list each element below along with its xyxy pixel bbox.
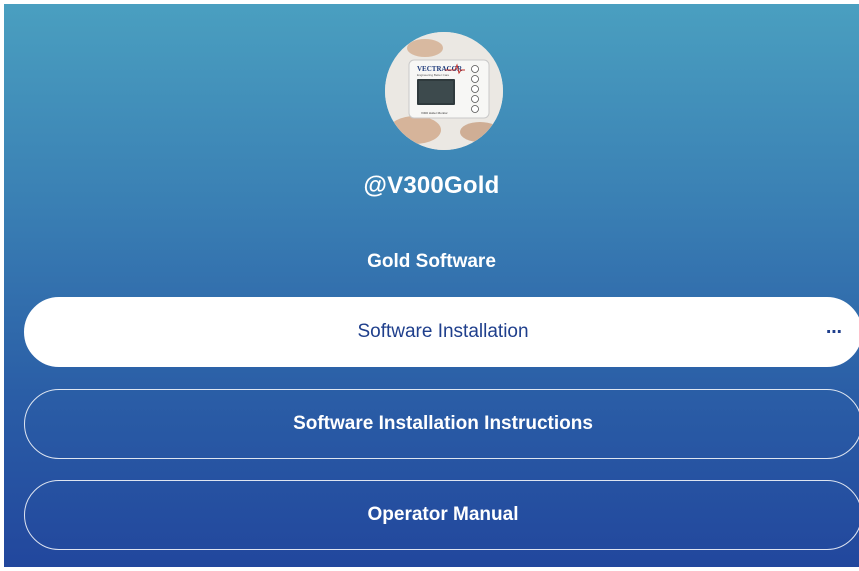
link-page: VECTRACOR Engineering Better Care V300 H… [4,4,859,567]
link-button-software-installation[interactable]: Software Installation ⋯ [24,297,859,367]
device-tagline-text: Engineering Better Care [417,73,450,77]
link-button-operator-manual[interactable]: Operator Manual [24,480,859,550]
link-label: Software Installation Instructions [293,413,593,434]
section-title: Gold Software [367,251,496,272]
profile-avatar[interactable]: VECTRACOR Engineering Better Care V300 H… [385,32,503,150]
link-button-software-installation-instructions[interactable]: Software Installation Instructions [24,389,859,459]
device-model-text: V300 Holter Monitor [421,111,448,115]
more-horizontal-icon[interactable]: ⋯ [826,322,842,342]
link-label: Operator Manual [367,504,519,525]
device-photo-icon: VECTRACOR Engineering Better Care V300 H… [385,32,503,150]
profile-handle: @V300Gold [363,172,500,199]
link-label: Software Installation [357,321,529,342]
